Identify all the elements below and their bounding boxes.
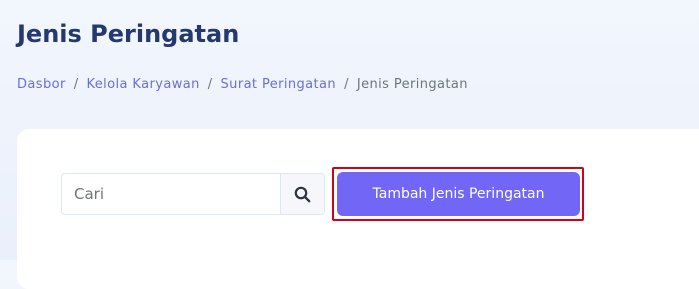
breadcrumb: Dasbor / Kelola Karyawan / Surat Peringa… <box>17 77 468 92</box>
breadcrumb-separator: / <box>344 77 349 92</box>
breadcrumb-link-dasbor[interactable]: Dasbor <box>17 77 66 92</box>
breadcrumb-separator: / <box>207 77 213 92</box>
add-warning-type-button[interactable]: Tambah Jenis Peringatan <box>337 172 580 216</box>
search-group <box>61 173 325 215</box>
search-button[interactable] <box>280 173 325 215</box>
breadcrumb-separator: / <box>73 77 79 92</box>
page-title: Jenis Peringatan <box>17 20 240 48</box>
breadcrumb-link-kelola-karyawan[interactable]: Kelola Karyawan <box>86 77 199 92</box>
search-input[interactable] <box>61 173 280 215</box>
breadcrumb-link-surat-peringatan[interactable]: Surat Peringatan <box>221 77 337 92</box>
breadcrumb-current: Jenis Peringatan <box>356 77 468 92</box>
search-icon <box>294 186 311 202</box>
